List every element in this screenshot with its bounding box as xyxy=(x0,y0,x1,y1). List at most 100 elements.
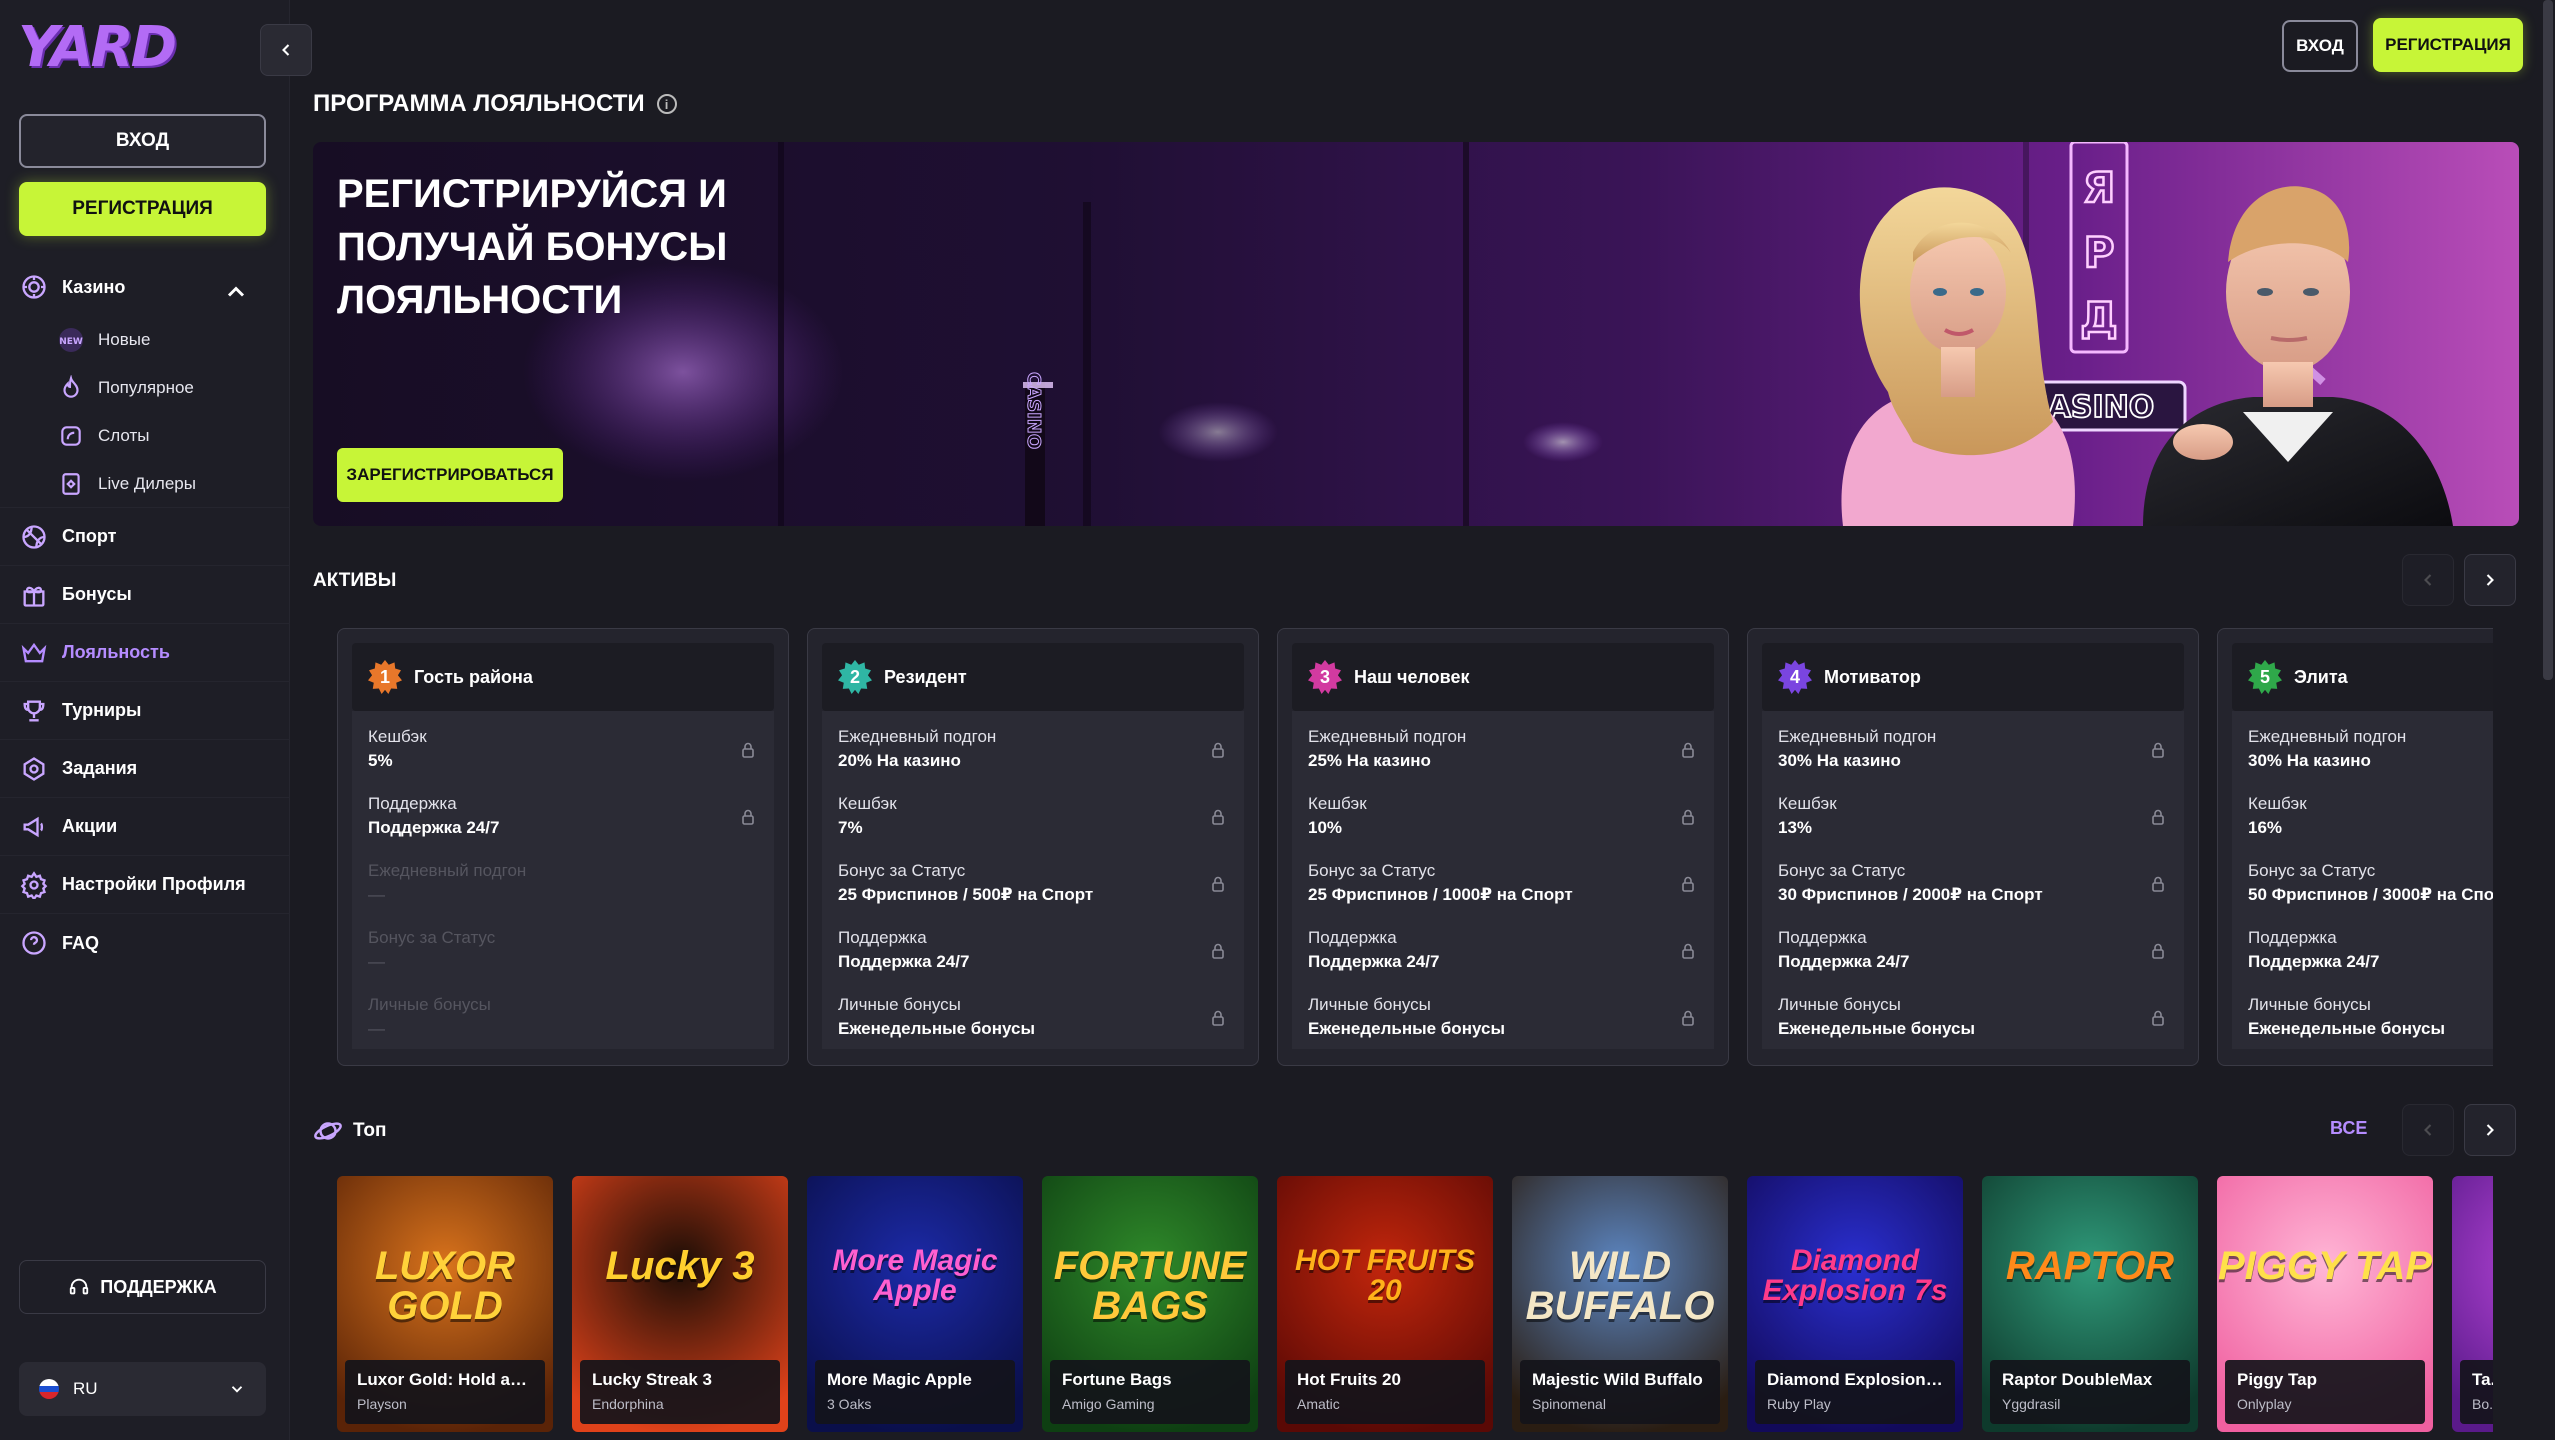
game-tile[interactable]: RAPTOR Raptor DoubleMax Yggdrasil xyxy=(1982,1176,2198,1432)
perk-label: Бонус за Статус xyxy=(1778,861,1906,880)
perk-label: Личные бонусы xyxy=(2248,995,2371,1014)
game-tile[interactable]: LUXOR GOLD Luxor Gold: Hold an... Playson xyxy=(337,1176,553,1432)
sidebar-sub-item-new[interactable]: NEW Новые xyxy=(0,316,290,364)
top-games-carousel: LUXOR GOLD Luxor Gold: Hold an... Playson L… xyxy=(337,1176,2493,1440)
yard-logo[interactable]: YARD xyxy=(18,20,177,76)
level-perk: Кешбэк 5% xyxy=(368,717,758,784)
level-perk: Личные бонусы — xyxy=(368,985,758,1052)
perk-value: — xyxy=(368,885,385,904)
headset-icon xyxy=(70,1278,89,1295)
sidebar-item-label: Турниры xyxy=(62,700,142,720)
chevron-up-icon[interactable] xyxy=(222,278,250,306)
game-provider: Yggdrasil xyxy=(2002,1396,2061,1412)
perk-value: Еженедельные бонусы xyxy=(1308,1019,1505,1038)
perk-value: 50 Фриспинов / 3000₽ на Спор xyxy=(2248,885,2493,904)
game-name: Diamond Explosion 7s xyxy=(1767,1370,1943,1389)
game-tile[interactable]: More Magic Apple More Magic Apple 3 Oaks xyxy=(807,1176,1023,1432)
lock-icon xyxy=(1212,943,1224,959)
banner-headline: РЕГИСТРИРУЙСЯ И ПОЛУЧАЙ БОНУСЫ ЛОЯЛЬНОСТ… xyxy=(337,168,837,327)
sidebar-sub-item-live[interactable]: Live Дилеры xyxy=(0,460,290,508)
level-badge-icon: 5 xyxy=(2248,660,2282,694)
sidebar-item-faq[interactable]: FAQ xyxy=(0,914,290,972)
sidebar-sub-item-slots[interactable]: Слоты xyxy=(0,412,290,460)
level-perk: Бонус за Статус 25 Фриспинов / 1000₽ на С… xyxy=(1308,851,1698,918)
game-logo-art: Diamond Explosion 7s xyxy=(1762,1244,1948,1307)
games-prev-button[interactable] xyxy=(2402,1104,2454,1156)
game-tile[interactable]: HOT FRUITS 20 Hot Fruits 20 Amatic xyxy=(1277,1176,1493,1432)
sidebar-item-bonuses[interactable]: Бонусы xyxy=(0,566,290,624)
perk-value: Еженедельные бонусы xyxy=(2248,1019,2445,1038)
perk-value: 30 Фриспинов / 2000₽ на Спорт xyxy=(1778,885,2043,904)
game-caption: Lucky Streak 3 Endorphina xyxy=(580,1360,780,1424)
header-login-button[interactable]: ВХОД xyxy=(2282,20,2358,72)
loyalty-level-card: 5 Элита Ежедневный подгон 30% На казино Кешб… xyxy=(2217,628,2493,1066)
level-perk: Ежедневный подгон — xyxy=(368,851,758,918)
sidebar-login-button[interactable]: ВХОД xyxy=(19,114,266,168)
level-perk: Ежедневный подгон 25% На казино xyxy=(1308,717,1698,784)
level-perk: Бонус за Статус 50 Фриспинов / 3000₽ на С… xyxy=(2248,851,2493,918)
tasks-icon xyxy=(23,756,45,781)
game-tile[interactable]: Lucky 3 Lucky Streak 3 Endorphina xyxy=(572,1176,788,1432)
lock-icon xyxy=(1682,809,1694,825)
sidebar-collapse-button[interactable] xyxy=(260,24,312,76)
level-perks: Кешбэк 5% Поддержка Поддержка 24/7 Ежедневны… xyxy=(352,711,774,1049)
game-name: Lucky Streak 3 xyxy=(592,1370,713,1389)
levels-prev-button[interactable] xyxy=(2402,554,2454,606)
support-button[interactable]: ПОДДЕРЖКА xyxy=(19,1260,266,1314)
game-name: Piggy Tap xyxy=(2237,1370,2317,1389)
sidebar-item-tournaments[interactable]: Турниры xyxy=(0,682,290,740)
level-perk: Кешбэк 16% xyxy=(2248,784,2493,851)
level-badge-icon: 3 xyxy=(1308,660,1342,694)
game-provider: Amigo Gaming xyxy=(1062,1396,1155,1412)
level-perk: Поддержка Поддержка 24/7 xyxy=(838,918,1228,985)
trophy-icon xyxy=(23,700,45,721)
sidebar-item-label: Лояльность xyxy=(62,642,170,662)
sidebar-sub-item-popular[interactable]: Популярное xyxy=(0,364,290,412)
chevron-down-icon xyxy=(231,1386,243,1393)
info-icon[interactable]: i xyxy=(656,94,677,114)
page-scrollbar[interactable] xyxy=(2543,0,2553,680)
level-badge-icon: 4 xyxy=(1778,660,1812,694)
game-logo-art: More Magic Apple xyxy=(832,1244,998,1307)
perk-label: Бонус за Статус xyxy=(368,928,496,947)
game-tile[interactable]: WILD BUFFALO Majestic Wild Buffalo Spinome… xyxy=(1512,1176,1728,1432)
game-tile[interactable]: Diamond Explosion 7s Diamond Explosion 7s… xyxy=(1747,1176,1963,1432)
game-tile[interactable]: T Ta... Bo... xyxy=(2452,1176,2493,1432)
game-caption: Diamond Explosion 7s Ruby Play xyxy=(1755,1360,1955,1424)
game-caption: More Magic Apple 3 Oaks xyxy=(815,1360,1015,1424)
sidebar-item-label: Задания xyxy=(62,758,138,778)
game-name: Hot Fruits 20 xyxy=(1297,1370,1401,1389)
perk-value: 16% xyxy=(2248,818,2283,837)
sidebar-item-loyalty[interactable]: Лояльность xyxy=(0,624,290,682)
loyalty-banner: CASINO Я Р Д CASINO РЕГИСТРИРУЙСЯ И ПОЛУ… xyxy=(313,142,2519,526)
sidebar-item-tasks[interactable]: Задания xyxy=(0,740,290,798)
sidebar-item-profile-settings[interactable]: Настройки Профиля xyxy=(0,856,290,914)
games-next-button[interactable] xyxy=(2464,1104,2516,1156)
levels-next-button[interactable] xyxy=(2464,554,2516,606)
lock-icon xyxy=(2152,742,2164,758)
sidebar-item-promotions[interactable]: Акции xyxy=(0,798,290,856)
banner-register-button[interactable]: ЗАРЕГИСТРИРОВАТЬСЯ xyxy=(337,448,563,502)
perk-label: Бонус за Статус xyxy=(838,861,966,880)
game-logo-art: WILD BUFFALO xyxy=(1525,1244,1715,1328)
sidebar-item-casino[interactable]: Казино xyxy=(0,258,290,316)
perk-label: Личные бонусы xyxy=(1778,995,1901,1014)
perk-label: Ежедневный подгон xyxy=(1778,727,1937,746)
perk-label: Кешбэк xyxy=(1778,794,1837,813)
lock-icon xyxy=(1682,1010,1694,1026)
chevron-right-icon xyxy=(2486,1124,2494,1136)
game-tile[interactable]: FORTUNE BAGS Fortune Bags Amigo Gaming xyxy=(1042,1176,1258,1432)
sidebar-register-button[interactable]: РЕГИСТРАЦИЯ xyxy=(19,182,266,236)
perk-value: Еженедельные бонусы xyxy=(838,1019,1035,1038)
game-provider: Spinomenal xyxy=(1532,1396,1606,1412)
sidebar-item-sport[interactable]: Спорт xyxy=(0,508,290,566)
banner-line: РЕГИСТРИРУЙСЯ И xyxy=(337,172,727,216)
game-tile[interactable]: PIGGY TAP Piggy Tap Onlyplay xyxy=(2217,1176,2433,1432)
top-all-link[interactable]: ВСЕ xyxy=(2330,1118,2367,1139)
level-badge-icon: 1 xyxy=(368,660,402,694)
language-select[interactable]: RU xyxy=(19,1362,266,1416)
megaphone-icon xyxy=(23,816,44,837)
levels-section-title: АКТИВЫ xyxy=(313,570,397,591)
perk-value: 13% xyxy=(1778,818,1813,837)
header-register-button[interactable]: РЕГИСТРАЦИЯ xyxy=(2373,18,2523,72)
